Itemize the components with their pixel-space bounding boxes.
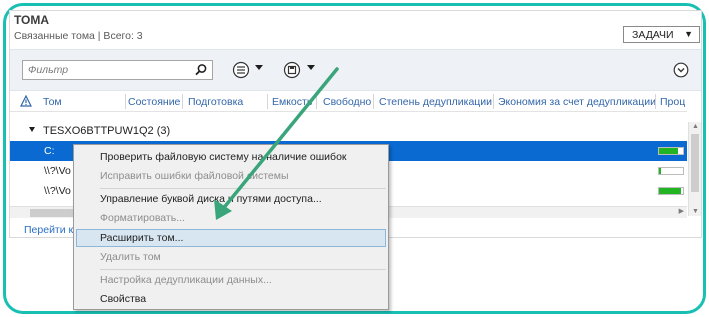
usage-progress-bar xyxy=(658,147,684,155)
column-header-dedup-rate[interactable]: Степень дедупликации xyxy=(379,96,492,108)
panel-subtitle: Связанные тома | Всего: 3 xyxy=(14,30,143,42)
volume-name: \\?\Vo xyxy=(44,185,71,197)
column-header-provisioning[interactable]: Подготовка xyxy=(188,96,243,108)
chevron-down-icon[interactable] xyxy=(307,65,315,70)
usage-progress-bar xyxy=(658,167,684,175)
menu-item-delete-volume[interactable]: Удалить том xyxy=(100,251,161,263)
column-header-dedup-savings[interactable]: Экономия за счет дедупликации xyxy=(498,96,656,108)
table-header: Том Состояние Подготовка Емкость Свободн… xyxy=(10,92,687,112)
menu-item-repair-filesystem[interactable]: Исправить ошибки файловой системы xyxy=(100,170,289,182)
menu-item-extend-volume[interactable]: Расширить том... xyxy=(100,232,183,244)
menu-separator xyxy=(100,188,386,189)
volume-name: C: xyxy=(44,145,55,157)
menu-separator xyxy=(100,269,386,270)
usage-progress-fill xyxy=(659,148,679,154)
tasks-label: ЗАДАЧИ xyxy=(632,29,674,41)
filter-placeholder: Фильтр xyxy=(28,64,69,76)
server-group-label: TESXO6BTTPUW1Q2 (3) xyxy=(43,125,171,137)
menu-item-dedup-settings[interactable]: Настройка дедупликации данных... xyxy=(100,274,272,286)
toolbar: Фильтр xyxy=(10,49,701,91)
collapse-triangle-icon[interactable] xyxy=(29,127,35,132)
vertical-scrollbar[interactable]: ▲ ▼ xyxy=(688,122,701,216)
menu-item-properties[interactable]: Свойства xyxy=(100,293,146,305)
volume-name: \\?\Vo xyxy=(44,165,71,177)
filter-input[interactable]: Фильтр xyxy=(22,60,213,80)
panel-title: ТОМА xyxy=(14,13,50,27)
context-menu: Проверить файловую систему на наличие ош… xyxy=(73,144,389,310)
menu-item-check-filesystem[interactable]: Проверить файловую систему на наличие ош… xyxy=(100,151,347,163)
tasks-dropdown[interactable]: ЗАДАЧИ ▼ xyxy=(623,26,700,43)
chevron-down-icon[interactable] xyxy=(255,65,263,70)
search-icon[interactable] xyxy=(194,63,208,77)
menu-item-drive-letter[interactable]: Управление буквой диска и путями доступа… xyxy=(100,193,322,205)
scroll-right-icon[interactable]: ▶ xyxy=(679,207,684,215)
expand-button[interactable] xyxy=(673,62,689,81)
expand-icon xyxy=(673,62,689,78)
scroll-down-icon[interactable]: ▼ xyxy=(689,208,702,215)
save-query-button[interactable] xyxy=(283,61,301,79)
scroll-up-icon[interactable]: ▲ xyxy=(689,123,702,130)
column-header-volume[interactable]: Том xyxy=(43,96,62,108)
menu-item-format[interactable]: Форматировать... xyxy=(100,212,185,224)
column-header-status[interactable]: Состояние xyxy=(128,96,180,108)
usage-progress-fill xyxy=(659,188,681,194)
chevron-down-icon: ▼ xyxy=(684,29,693,39)
warning-icon[interactable] xyxy=(20,95,32,107)
column-header-free[interactable]: Свободно xyxy=(323,96,371,108)
scroll-thumb[interactable] xyxy=(691,134,699,192)
column-header-percent[interactable]: Проц xyxy=(660,96,685,108)
save-query-icon xyxy=(283,61,301,79)
list-options-icon xyxy=(232,61,250,79)
server-group[interactable]: TESXO6BTTPUW1Q2 (3) xyxy=(10,121,687,141)
column-header-capacity[interactable]: Емкость xyxy=(272,96,312,108)
usage-progress-bar xyxy=(658,187,684,195)
go-to-link[interactable]: Перейти к xyxy=(24,224,73,236)
list-options-button[interactable] xyxy=(232,61,250,79)
usage-progress-fill xyxy=(659,168,662,174)
